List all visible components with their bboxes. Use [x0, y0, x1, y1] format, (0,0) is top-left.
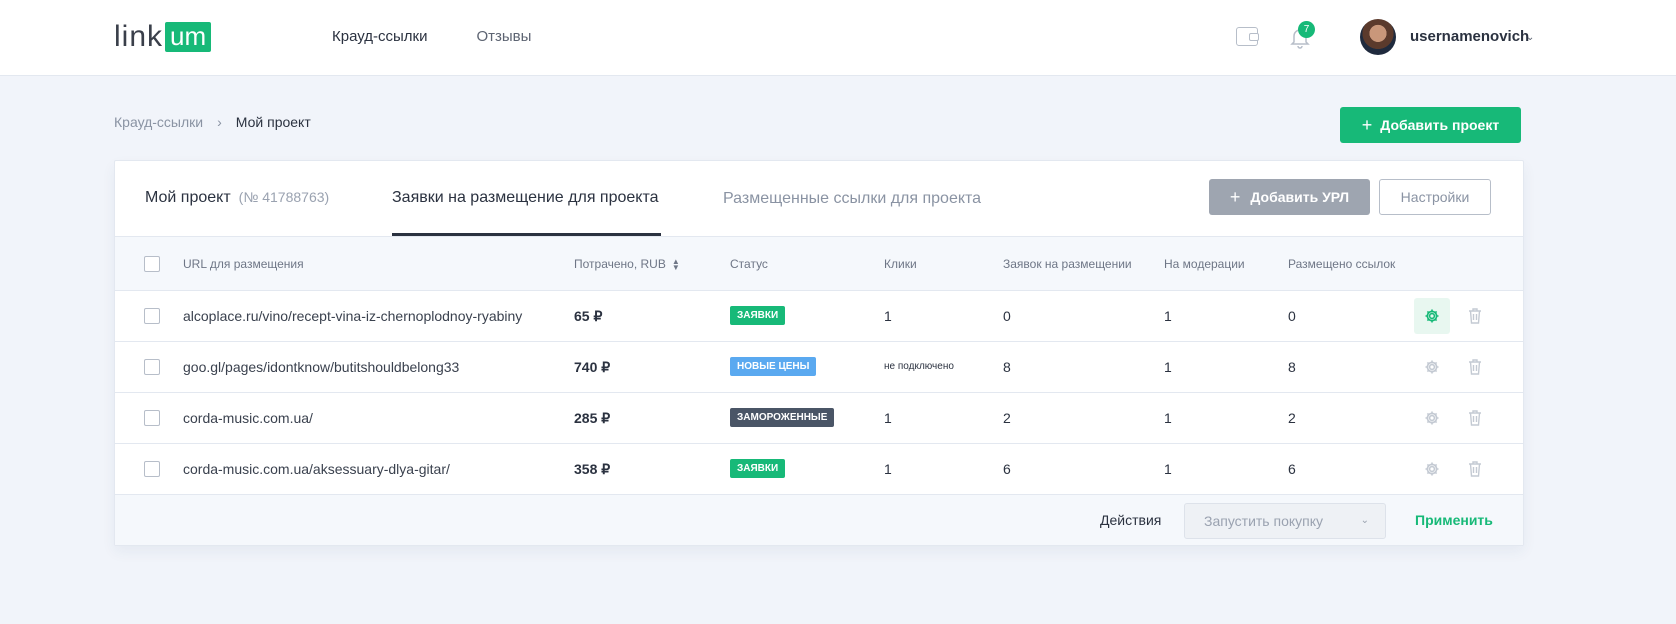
table-row: alcoplace.ru/vino/recept-vina-iz-chernop… [115, 291, 1523, 342]
row-spent: 358 ₽ [574, 461, 611, 477]
row-spent: 65 ₽ [574, 308, 603, 324]
row-requests: 2 [1003, 410, 1011, 426]
row-clicks: 1 [884, 410, 892, 426]
table-row: corda-music.com.ua/aksessuary-dlya-gitar… [115, 444, 1523, 495]
row-url[interactable]: alcoplace.ru/vino/recept-vina-iz-chernop… [183, 308, 522, 324]
add-url-label: Добавить УРЛ [1250, 189, 1350, 205]
row-url[interactable]: corda-music.com.ua/aksessuary-dlya-gitar… [183, 461, 450, 477]
status-badge: новые цены [730, 357, 817, 376]
add-project-button[interactable]: + Добавить проект [1340, 107, 1521, 143]
tabs: Мой проект (№ 41788763) Заявки на размеще… [115, 161, 1523, 237]
project-card: Мой проект (№ 41788763) Заявки на размеще… [114, 160, 1524, 546]
breadcrumb: Крауд-ссылки › Мой проект [114, 114, 311, 130]
row-url[interactable]: corda-music.com.ua/ [183, 410, 313, 426]
username[interactable]: usernamenovich [1410, 28, 1529, 45]
trash-icon[interactable] [1465, 458, 1485, 480]
main-nav: Крауд-ссылки Отзывы [332, 28, 531, 45]
row-moderation: 1 [1164, 359, 1172, 375]
actions-select-value: Запустить покупку [1204, 513, 1324, 529]
col-requests: Заявок на размещении [1003, 257, 1132, 271]
chevron-down-icon[interactable]: ⌄ [1526, 32, 1534, 43]
row-checkbox[interactable] [144, 359, 160, 375]
row-moderation: 1 [1164, 308, 1172, 324]
gear-icon[interactable] [1414, 349, 1450, 385]
col-spent[interactable]: Потрачено, RUB ▲ ▼ [574, 257, 680, 271]
status-badge: заявки [730, 459, 786, 478]
tab-requests[interactable]: Заявки на размещение для проекта [392, 189, 659, 207]
actions-label: Действия [1100, 512, 1162, 528]
trash-icon[interactable] [1465, 305, 1485, 327]
tab-placed-links[interactable]: Размещенные ссылки для проекта [723, 190, 981, 208]
trash-icon[interactable] [1465, 407, 1485, 429]
table-header: URL для размещения Потрачено, RUB ▲ ▼ Стат… [115, 237, 1523, 291]
project-number: (№ 41788763) [238, 189, 330, 205]
row-clicks: 1 [884, 461, 892, 477]
project-name: Мой проект [145, 189, 231, 206]
plus-icon: + [1229, 187, 1241, 207]
status-badge: заявки [730, 306, 786, 325]
col-moderation: На модерации [1164, 257, 1245, 271]
gear-icon[interactable] [1414, 400, 1450, 436]
col-clicks: Клики [884, 257, 917, 271]
actions-select[interactable]: Запустить покупку ⌄ [1184, 503, 1386, 539]
row-spent: 285 ₽ [574, 410, 611, 426]
add-url-button[interactable]: + Добавить УРЛ [1209, 179, 1370, 215]
row-checkbox[interactable] [144, 308, 160, 324]
avatar[interactable] [1360, 19, 1396, 55]
row-checkbox[interactable] [144, 410, 160, 426]
select-all-checkbox[interactable] [144, 256, 160, 272]
row-placed: 6 [1288, 461, 1296, 477]
notification-badge[interactable]: 7 [1298, 21, 1315, 38]
row-clicks: 1 [884, 308, 892, 324]
row-moderation: 1 [1164, 461, 1172, 477]
nav-crowd-links[interactable]: Крауд-ссылки [332, 28, 427, 45]
top-bar: link um Крауд-ссылки Отзывы 7 usernameno… [0, 0, 1676, 76]
col-spent-label: Потрачено, RUB [574, 257, 666, 271]
col-placed: Размещено ссылок [1288, 257, 1396, 271]
wallet-icon[interactable] [1236, 27, 1259, 46]
logo[interactable]: link um [114, 20, 212, 53]
plus-icon: + [1361, 115, 1373, 135]
row-placed: 0 [1288, 308, 1296, 324]
tab-project[interactable]: Мой проект (№ 41788763) [145, 189, 329, 207]
row-requests: 0 [1003, 308, 1011, 324]
row-clicks: не подключено [884, 361, 954, 372]
gear-icon[interactable] [1414, 451, 1450, 487]
row-url[interactable]: goo.gl/pages/idontknow/butitshouldbelong… [183, 359, 459, 375]
row-requests: 8 [1003, 359, 1011, 375]
status-badge: замороженные [730, 408, 835, 427]
row-moderation: 1 [1164, 410, 1172, 426]
table-row: corda-music.com.ua/ 285 ₽ замороженные 1… [115, 393, 1523, 444]
add-project-label: Добавить проект [1380, 117, 1500, 133]
row-spent: 740 ₽ [574, 359, 611, 375]
table-row: goo.gl/pages/idontknow/butitshouldbelong… [115, 342, 1523, 393]
table-footer: Действия Запустить покупку ⌄ Применить [115, 495, 1523, 545]
trash-icon[interactable] [1465, 356, 1485, 378]
active-tab-indicator [392, 233, 661, 236]
row-requests: 6 [1003, 461, 1011, 477]
nav-reviews[interactable]: Отзывы [476, 28, 531, 45]
apply-button[interactable]: Применить [1415, 512, 1493, 528]
row-placed: 8 [1288, 359, 1296, 375]
breadcrumb-parent[interactable]: Крауд-ссылки [114, 114, 203, 130]
col-status: Статус [730, 257, 768, 271]
settings-button[interactable]: Настройки [1379, 179, 1491, 215]
breadcrumb-separator: › [217, 114, 222, 130]
col-url: URL для размещения [183, 257, 304, 271]
logo-accent: um [165, 22, 212, 52]
row-placed: 2 [1288, 410, 1296, 426]
gear-icon[interactable] [1414, 298, 1450, 334]
sort-icon[interactable]: ▲ ▼ [672, 257, 680, 271]
row-checkbox[interactable] [144, 461, 160, 477]
chevron-down-icon: ⌄ [1360, 515, 1369, 526]
breadcrumb-current: Мой проект [235, 114, 311, 130]
logo-text: link [114, 20, 164, 53]
